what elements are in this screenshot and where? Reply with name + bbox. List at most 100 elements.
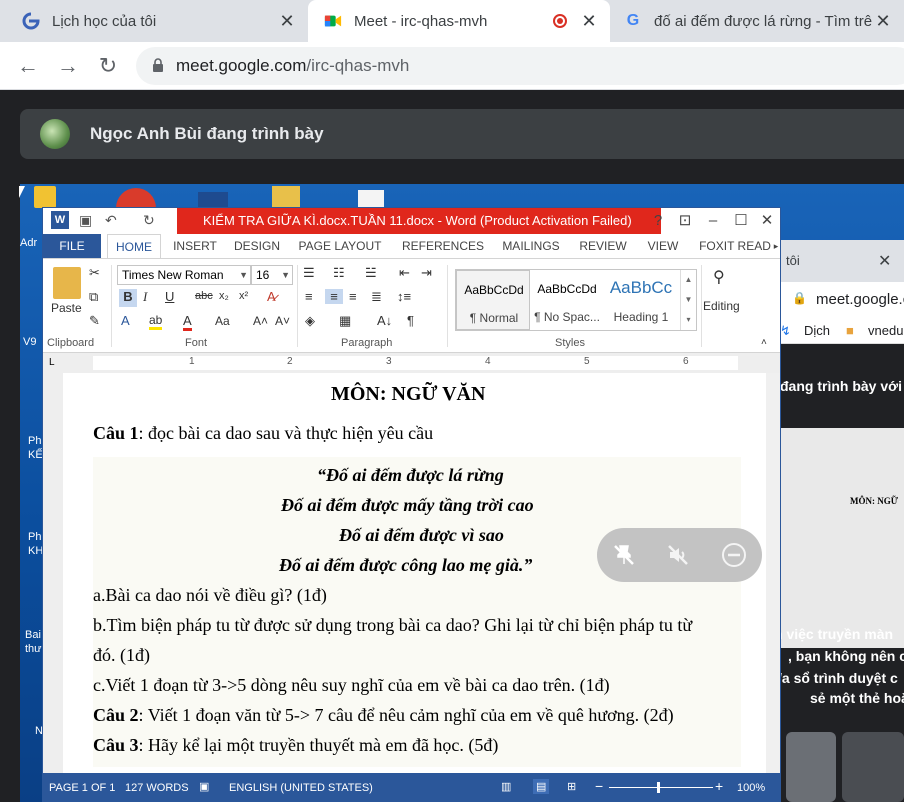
proofing-icon[interactable]: ▣ [199, 780, 209, 793]
folder-icon [272, 186, 300, 208]
collapse-ribbon-icon[interactable]: ˄ [761, 337, 767, 348]
sound-off-icon[interactable] [663, 540, 693, 570]
copy-icon[interactable]: ⧉ [89, 289, 98, 305]
undo-icon[interactable]: ↶ [105, 212, 117, 229]
superscript-button[interactable]: x² [239, 290, 248, 302]
underline-button[interactable]: U [165, 289, 174, 304]
show-marks-icon[interactable]: ¶ [407, 313, 414, 328]
paste-button[interactable]: Paste [51, 301, 82, 315]
maximize-icon[interactable]: ☐ [731, 211, 751, 231]
tab-home[interactable]: HOME [107, 234, 161, 258]
poem-line: Đố ai đếm được vì sao [339, 525, 504, 545]
ribbon-display-icon[interactable]: ⊡ [675, 211, 695, 231]
zoom-slider[interactable] [609, 787, 713, 788]
bold-button[interactable]: B [119, 289, 137, 307]
print-layout-icon[interactable]: ▤ [533, 779, 550, 794]
tab-review[interactable]: REVIEW [575, 234, 631, 258]
tab-mailings[interactable]: MAILINGS [497, 234, 565, 258]
tab-file[interactable]: FILE [43, 234, 101, 258]
clear-formatting-icon[interactable]: A̷ [267, 289, 276, 304]
word-count[interactable]: 127 WORDS [125, 782, 189, 794]
zoom-out-icon[interactable]: − [595, 778, 603, 794]
tab-page-layout[interactable]: PAGE LAYOUT [297, 234, 383, 258]
change-case-icon[interactable]: Aa [215, 314, 230, 328]
shrink-font-icon[interactable]: A˅ [275, 314, 290, 328]
page-count[interactable]: PAGE 1 OF 1 [49, 782, 115, 794]
style-heading-1[interactable]: AaBbCc Heading 1 [604, 270, 678, 330]
tab-insert[interactable]: INSERT [167, 234, 223, 258]
numbering-icon[interactable]: ☷ [333, 265, 345, 281]
italic-button[interactable]: I [143, 289, 147, 305]
help-icon[interactable]: ? [648, 211, 668, 231]
group-separator [111, 265, 112, 347]
forward-icon[interactable]: → [56, 54, 80, 78]
shading-icon[interactable]: ◈ [305, 313, 315, 329]
bullets-icon[interactable]: ☰ [303, 265, 315, 281]
remove-icon[interactable] [719, 540, 749, 570]
zoom-level[interactable]: 100% [737, 782, 765, 794]
poem-line: “Đố ai đếm được lá rừng [317, 465, 504, 485]
cut-icon[interactable]: ✂ [89, 265, 100, 281]
reload-icon[interactable]: ↻ [96, 54, 120, 78]
borders-icon[interactable]: ▦ [339, 313, 351, 329]
web-layout-icon[interactable]: ⊞ [567, 780, 576, 793]
multilevel-list-icon[interactable]: ☱ [365, 265, 377, 281]
participant-tile[interactable] [786, 732, 836, 802]
highlight-icon[interactable]: ab [149, 313, 163, 330]
tab-google-search[interactable]: G đố ai đếm được lá rừng - Tìm trê ✕ [610, 0, 904, 42]
subscript-button[interactable]: x₂ [219, 290, 229, 302]
font-size-select[interactable]: 16 ▼ [251, 265, 293, 285]
tab-design[interactable]: DESIGN [229, 234, 285, 258]
participant-tile[interactable] [842, 732, 904, 802]
close-icon[interactable]: ✕ [580, 12, 598, 30]
tab-foxit-reader[interactable]: FOXIT READ [699, 234, 771, 258]
font-color-icon[interactable]: A [183, 313, 192, 331]
justify-icon[interactable]: ≣ [371, 289, 382, 305]
tab-scroll-icon[interactable]: ▸ [771, 234, 780, 258]
align-center-icon[interactable]: ≡ [325, 289, 343, 304]
close-icon[interactable]: ✕ [278, 12, 296, 30]
tab-lich-hoc[interactable]: Lịch học của tôi ✕ [0, 0, 308, 42]
back-icon[interactable]: ← [16, 54, 40, 78]
align-right-icon[interactable]: ≡ [349, 289, 357, 304]
grow-font-icon[interactable]: A˄ [253, 314, 268, 328]
font-name-select[interactable]: Times New Roman ▼ [117, 265, 251, 285]
minimize-icon[interactable]: – [703, 211, 723, 231]
close-icon[interactable]: ✕ [874, 12, 892, 30]
close-icon[interactable]: ✕ [757, 211, 777, 231]
paste-icon[interactable] [53, 267, 81, 299]
unpin-icon[interactable] [609, 540, 639, 570]
decrease-indent-icon[interactable]: ⇤ [399, 265, 410, 281]
align-left-icon[interactable]: ≡ [305, 289, 313, 304]
increase-indent-icon[interactable]: ⇥ [421, 265, 432, 281]
tab-meet[interactable]: Meet - irc-qhas-mvh ✕ [308, 0, 610, 42]
background-address: 🔒 meet.google.c [776, 282, 904, 318]
find-icon[interactable]: ⚲ [713, 267, 725, 287]
zoom-slider-thumb[interactable] [657, 782, 660, 793]
language[interactable]: ENGLISH (UNITED STATES) [229, 782, 373, 794]
url-field[interactable]: meet.google.com/irc-qhas-mvh [136, 47, 904, 85]
warning-line: h việc truyền màn [774, 626, 894, 642]
zoom-in-icon[interactable]: + [715, 778, 723, 794]
style-no-spacing[interactable]: AaBbCcDd ¶ No Spac... [530, 270, 604, 330]
tab-selector-icon[interactable]: L [49, 357, 55, 368]
tab-references[interactable]: REFERENCES [399, 234, 487, 258]
ruler-mark: 6 [683, 356, 689, 367]
style-normal[interactable]: AaBbCcDd ¶ Normal [456, 270, 530, 330]
question-2: Câu 2: Viết 1 đoạn văn từ 5-> 7 câu để n… [93, 705, 674, 726]
strikethrough-button[interactable]: abc [195, 290, 213, 302]
styles-scroll-icon[interactable]: ▲ ▼ ▾ [680, 270, 696, 330]
ruler-mark: 4 [485, 356, 491, 367]
read-mode-icon[interactable]: ▥ [501, 780, 511, 793]
vertical-scrollbar[interactable] [766, 373, 780, 773]
tab-view[interactable]: VIEW [641, 234, 685, 258]
editing-button[interactable]: Editing [703, 299, 740, 313]
text-effects-icon[interactable]: A [121, 313, 130, 328]
save-icon[interactable]: ▣ [79, 212, 92, 229]
line-spacing-icon[interactable]: ↕≡ [397, 289, 411, 304]
word-title: KIỂM TRA GIỮA KÌ.docx.TUẦN 11.docx - Wor… [177, 208, 661, 234]
redo-icon[interactable]: ↻ [143, 212, 155, 229]
google-icon: G [626, 12, 640, 29]
sort-icon[interactable]: A↓ [377, 313, 392, 328]
format-painter-icon[interactable]: ✎ [89, 313, 100, 329]
